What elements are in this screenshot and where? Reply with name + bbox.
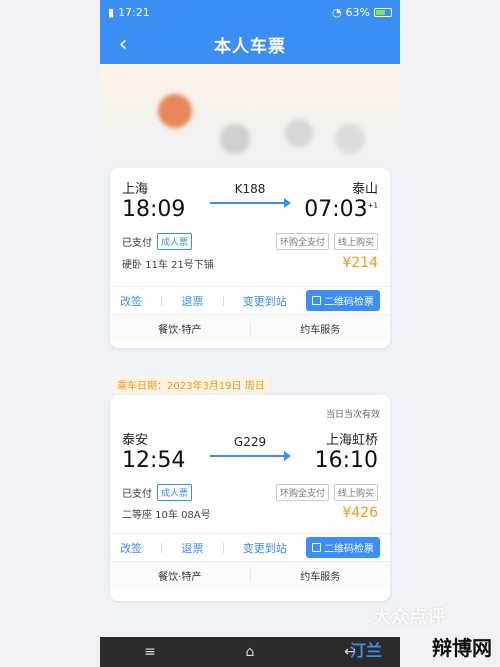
- seat-info: 硬卧 11车 21号下铺: [122, 259, 214, 271]
- ticket-actions: 改签 退票 变更到站 二维码检票: [110, 286, 390, 314]
- payment-tag: 环购全支付: [275, 232, 329, 250]
- qr-checkin-button[interactable]: 二维码检票: [305, 537, 380, 558]
- ticket-price: ¥426: [342, 505, 378, 521]
- page-title: 本人车票: [214, 36, 286, 57]
- battery-percent: 63%: [345, 5, 370, 19]
- refund-button[interactable]: 退票: [181, 540, 203, 556]
- chevron-left-icon: ‹: [118, 31, 128, 57]
- nav-bar: ‹ 本人车票: [100, 24, 400, 64]
- qr-code-icon: [311, 543, 321, 552]
- change-ticket-button[interactable]: 改签: [120, 293, 142, 309]
- train-route: G229: [205, 435, 295, 463]
- battery-icon: [374, 7, 392, 17]
- paid-status: 已支付: [122, 237, 152, 249]
- depart-time: 18:09: [122, 197, 186, 222]
- travel-date: 乘车日期：2023年3月19日 周日: [112, 376, 270, 393]
- passenger-tag: 成人票: [157, 232, 193, 250]
- status-time: 17:21: [118, 5, 150, 19]
- payment-tag: 环购全支付: [275, 483, 329, 501]
- arrow-right-icon: [205, 449, 295, 463]
- depart-time: 12:54: [122, 448, 186, 473]
- food-service-link[interactable]: 餐饮·特产: [110, 315, 250, 342]
- to-station: 上海虹桥: [325, 433, 378, 448]
- train-number: G229: [233, 435, 267, 449]
- to-station: 泰山: [351, 182, 378, 197]
- seat-info: 二等座 10车 08A号: [122, 509, 211, 521]
- ticket-actions: 改签 退票 变更到站 二维码检票: [110, 533, 390, 561]
- arrive-time: 16:10: [314, 448, 378, 473]
- back-button[interactable]: ‹: [108, 28, 138, 60]
- blurred-area: [100, 64, 400, 174]
- train-number: K188: [234, 182, 266, 196]
- train-route: K188: [205, 182, 295, 210]
- purchase-tag: 线上购买: [333, 232, 378, 250]
- signal-icon: ▮: [108, 5, 115, 19]
- wifi-icon: ◔: [331, 5, 342, 19]
- change-destination-button[interactable]: 变更到站: [243, 540, 287, 556]
- ticket-card-2: 当日当次有效 泰安 12:54 上海虹桥 16:10 G229 已支付 成人票 …: [110, 395, 390, 601]
- car-service-link[interactable]: 约车服务: [251, 315, 391, 342]
- food-service-link[interactable]: 餐饮·特产: [110, 562, 250, 589]
- qr-code-icon: [311, 296, 321, 305]
- change-ticket-button[interactable]: 改签: [120, 540, 142, 556]
- status-bar: ▮ 17:21 ◔ 63%: [100, 0, 400, 24]
- home-icon[interactable]: ⌂: [230, 640, 270, 664]
- watermark-logo-right: 辩博网: [432, 636, 492, 660]
- arrive-time: 07:03+1: [304, 197, 378, 222]
- service-bar: 餐饮·特产 约车服务: [110, 314, 390, 342]
- from-station: 上海: [122, 182, 149, 197]
- car-service-link[interactable]: 约车服务: [251, 562, 391, 589]
- watermark-logo-left: 汀兰: [349, 641, 382, 660]
- purchase-tag: 线上购买: [333, 483, 378, 501]
- phone-screen: ▮ 17:21 ◔ 63% ‹ 本人车票 上海 18:09 泰山 07:03+1…: [100, 0, 400, 667]
- menu-icon[interactable]: ≡: [130, 640, 170, 664]
- change-destination-button[interactable]: 变更到站: [243, 293, 287, 309]
- ticket-price: ¥214: [342, 255, 378, 271]
- paid-status: 已支付: [122, 488, 152, 500]
- passenger-tag: 成人票: [157, 483, 193, 501]
- qr-checkin-button[interactable]: 二维码检票: [305, 290, 380, 311]
- from-station: 泰安: [122, 433, 149, 448]
- watermark-text: 大众点评: [373, 607, 445, 628]
- ticket-card-1: 上海 18:09 泰山 07:03+1 K188 已支付 成人票 环购全支付 线…: [110, 168, 390, 348]
- valid-note: 当日当次有效: [325, 410, 380, 420]
- refund-button[interactable]: 退票: [181, 293, 203, 309]
- arrow-right-icon: [205, 196, 295, 210]
- service-bar: 餐饮·特产 约车服务: [110, 561, 390, 589]
